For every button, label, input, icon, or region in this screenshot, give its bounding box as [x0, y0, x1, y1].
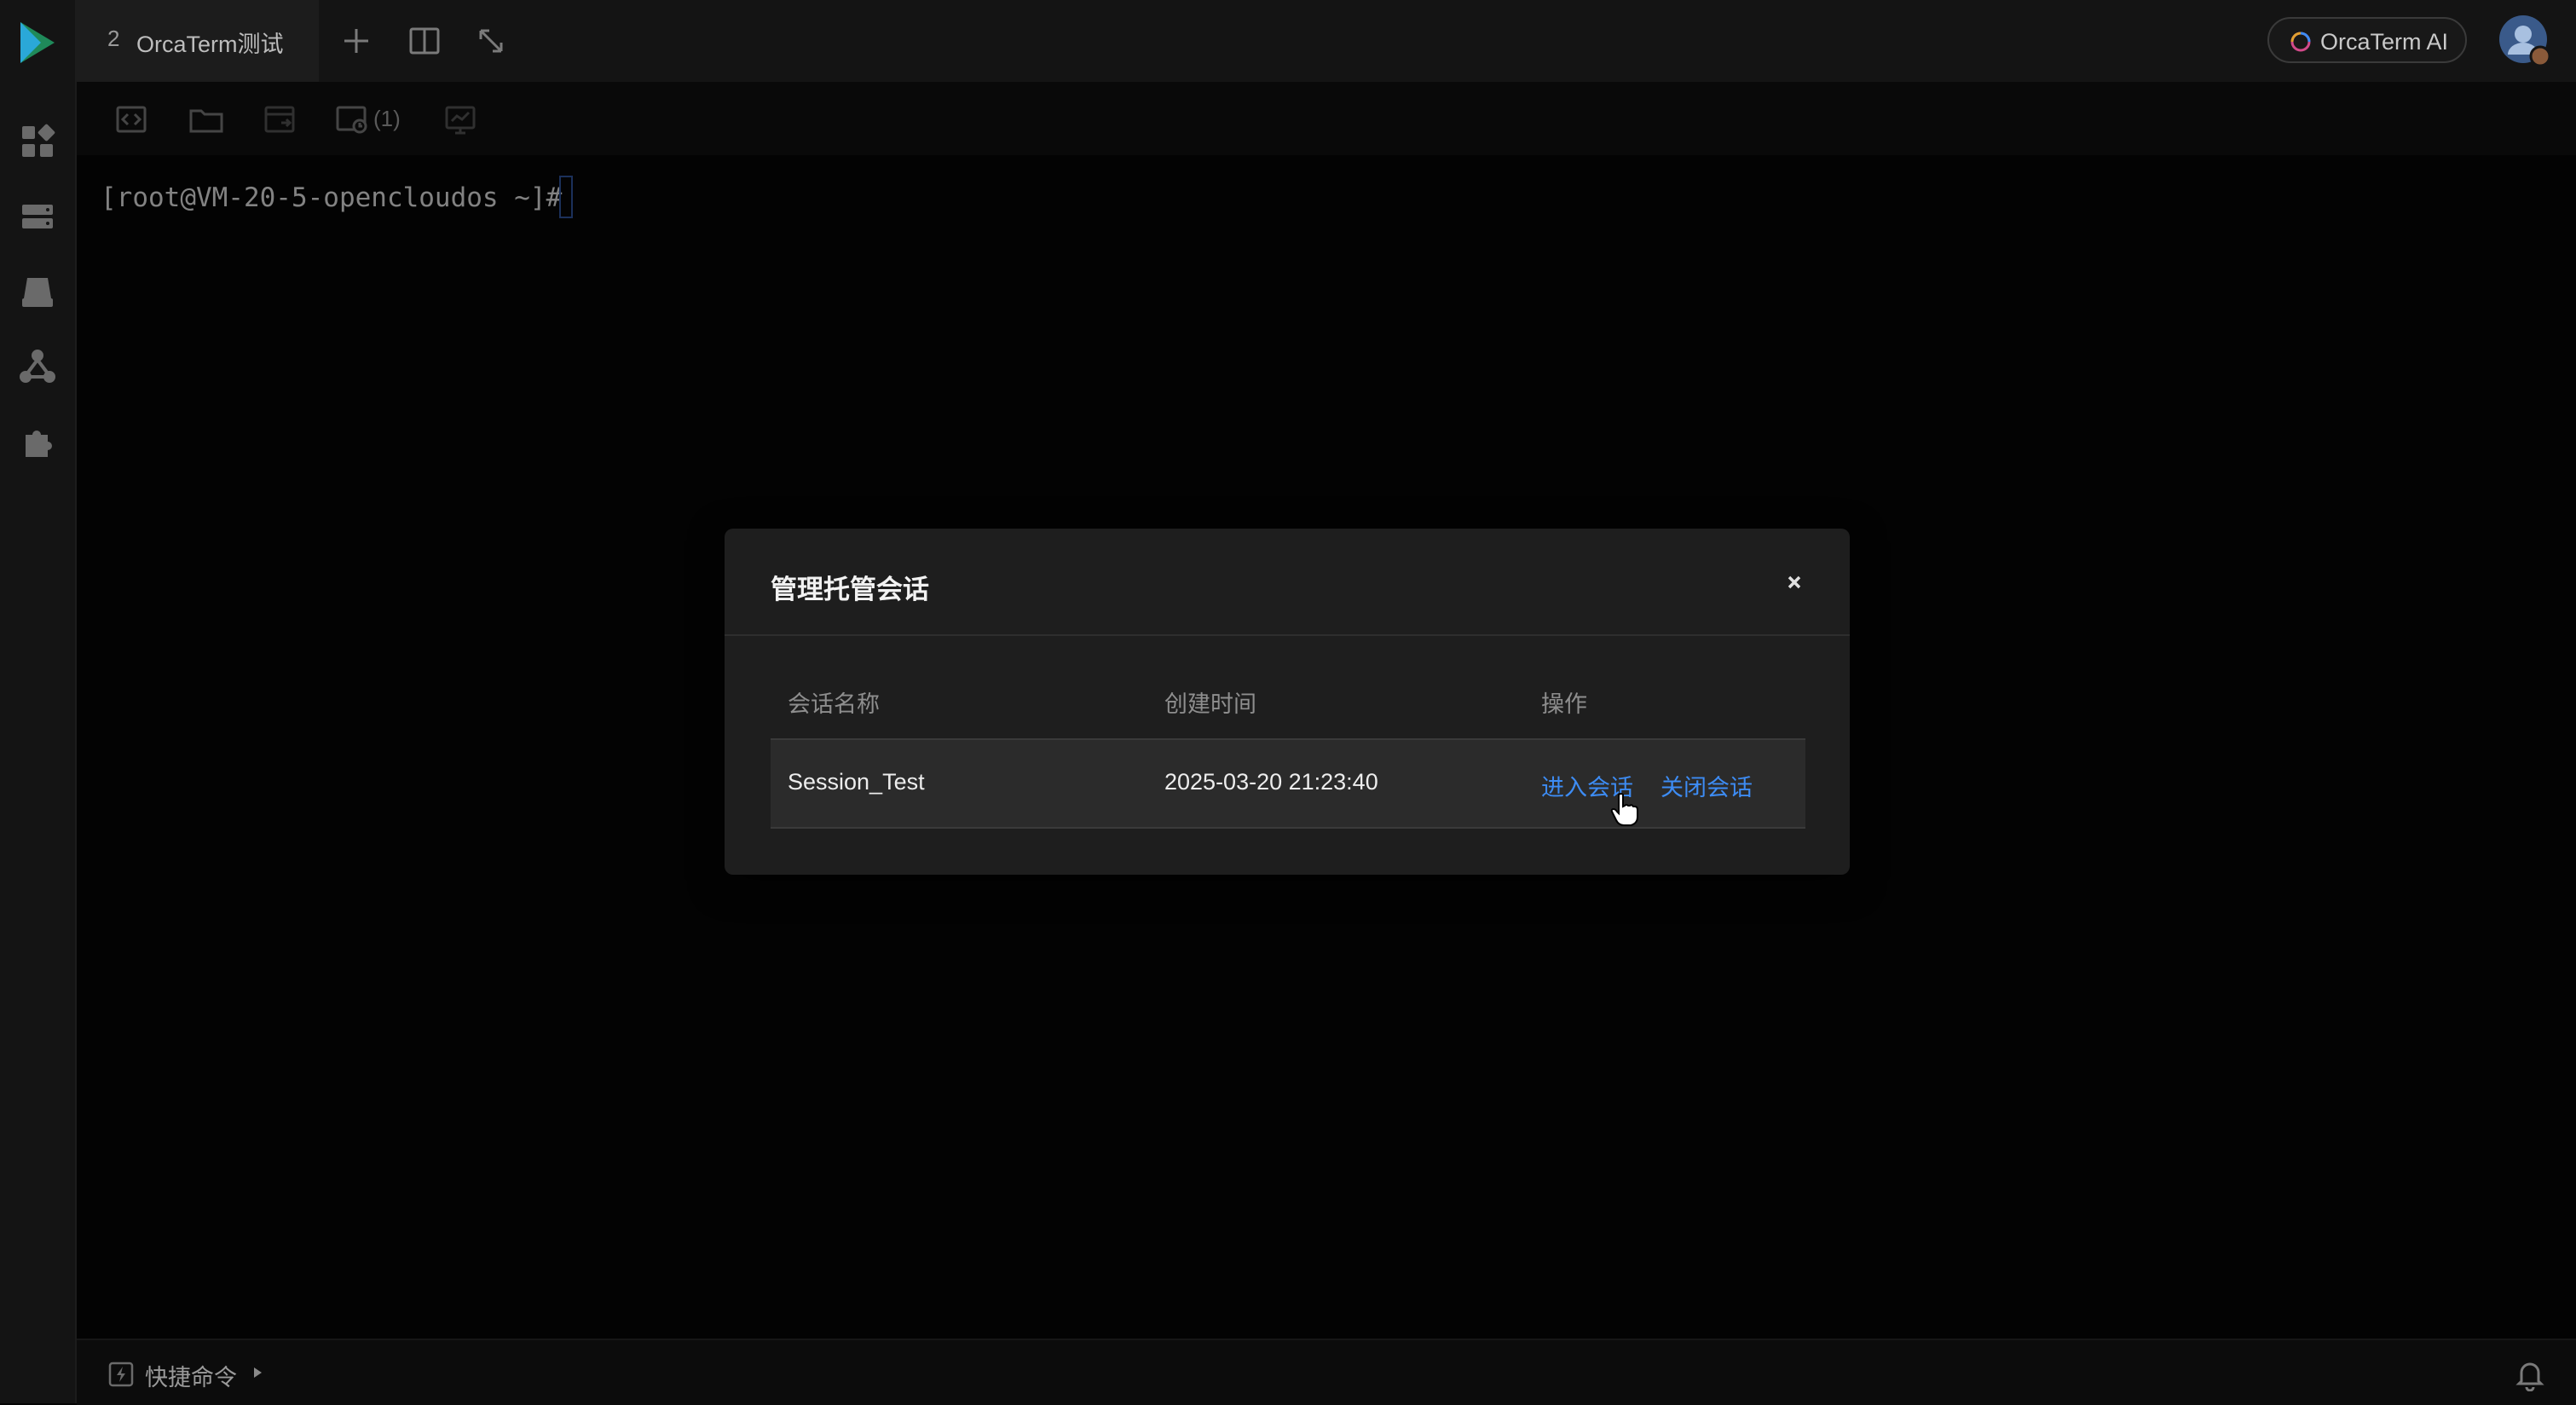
server-icon[interactable]	[19, 198, 56, 235]
session-created-time: 2025-03-20 21:23:40	[1164, 769, 1378, 795]
column-header-name: 会话名称	[788, 691, 880, 717]
dashboard-icon[interactable]	[19, 123, 56, 160]
tab-number: 2	[107, 26, 120, 51]
column-header-actions: 操作	[1541, 691, 1587, 717]
close-session-link[interactable]: 关闭会话	[1661, 769, 1753, 802]
quick-command-label[interactable]: 快捷命令	[145, 1359, 237, 1392]
tab-title: OrcaTerm测试	[136, 32, 284, 57]
storage-icon[interactable]	[19, 273, 56, 310]
bell-icon[interactable]	[2515, 1357, 2545, 1391]
plus-icon[interactable]	[338, 22, 375, 60]
session-name: Session_Test	[788, 769, 925, 795]
network-icon[interactable]	[19, 348, 56, 385]
top-bar: 2 OrcaTerm测试 OrcaTerm AI	[77, 0, 2576, 82]
app-logo-icon[interactable]	[15, 19, 60, 66]
left-rail	[0, 0, 77, 1403]
avatar[interactable]	[2498, 14, 2552, 68]
close-icon[interactable]	[1780, 568, 1809, 597]
plugin-icon[interactable]	[19, 423, 56, 460]
play-arrow-icon[interactable]	[251, 1366, 264, 1379]
dialog-title: 管理托管会话	[771, 575, 929, 604]
lightning-icon[interactable]	[107, 1361, 135, 1388]
tab-session[interactable]: 2 OrcaTerm测试	[77, 0, 319, 82]
ai-button-label: OrcaTerm AI	[2320, 29, 2449, 55]
expand-icon[interactable]	[472, 22, 510, 60]
ai-sparkle-icon	[2288, 29, 2313, 55]
orcaterm-ai-button[interactable]: OrcaTerm AI	[2267, 17, 2467, 63]
split-view-icon[interactable]	[406, 22, 443, 60]
bottom-bar: 快捷命令	[77, 1339, 2576, 1405]
dialog-divider	[725, 634, 1850, 636]
manage-sessions-dialog: 管理托管会话 会话名称 创建时间 操作 Session_Test 2025-03…	[725, 529, 1850, 875]
table-row: Session_Test 2025-03-20 21:23:40 进入会话 关闭…	[771, 738, 1805, 829]
hand-cursor-icon	[1610, 791, 1639, 827]
column-header-created: 创建时间	[1164, 691, 1256, 717]
